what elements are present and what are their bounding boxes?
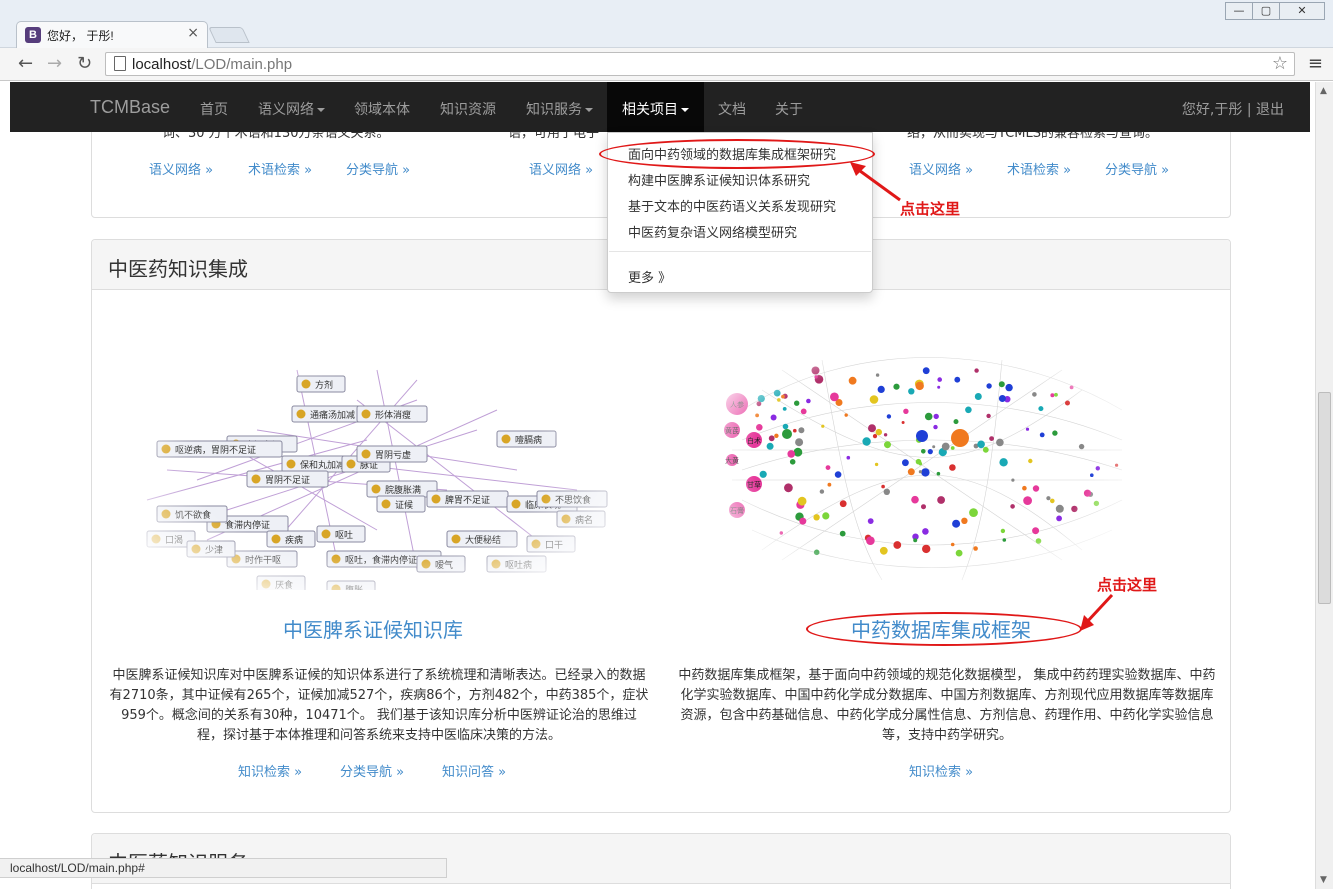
address-host: localhost	[132, 56, 192, 73]
browser-menu-icon[interactable]: ≡	[1308, 53, 1323, 74]
new-tab-button[interactable]	[208, 27, 250, 43]
annotation-click-here-1: 点击这里	[900, 200, 961, 218]
nav-knowledge-resource[interactable]: 知识资源	[440, 99, 496, 119]
nav-related-projects[interactable]: 相关项目	[607, 82, 704, 132]
forward-arrow-icon[interactable]: →	[47, 53, 62, 74]
nav-knowledge-service[interactable]: 知识服务	[526, 99, 593, 119]
address-path: /LOD/main.php	[191, 56, 293, 73]
bootstrap-favicon-icon: B	[25, 27, 41, 43]
left-link-qa[interactable]: 知识问答 »	[442, 761, 506, 780]
tcm-db-description: 中药数据库集成框架，基于面向中药领域的规范化数据模型， 集成中药药理实验数据库、…	[678, 668, 1216, 743]
tcm-database-network-image[interactable]: 人参黄芪白术大黄甘草石膏	[702, 330, 1142, 590]
nav-about[interactable]: 关于	[775, 99, 803, 119]
right-link-knowledge-search[interactable]: 知识检索 »	[909, 761, 973, 780]
nav-related-projects-label: 相关项目	[622, 102, 678, 118]
minimize-icon[interactable]: —	[1225, 2, 1253, 20]
left-link-knowledge-search[interactable]: 知识检索 »	[238, 761, 302, 780]
status-bar-url: localhost/LOD/main.php#	[0, 858, 447, 878]
address-bar[interactable]: localhost/LOD/main.php ☆	[105, 52, 1295, 76]
spleen-knowledge-graph-image[interactable]: 方剂通痛汤加减形体消瘦麦门冬汤保和丸加减脉证呕逆病，胃阴不足证胃阴不足证脘腹胀满…	[117, 340, 622, 590]
nav-semantic-network[interactable]: 语义网络	[258, 99, 325, 119]
tab-close-icon[interactable]: ×	[187, 25, 199, 41]
dropdown-item-more[interactable]: 更多 》	[628, 267, 671, 286]
annotation-click-here-2: 点击这里	[1097, 576, 1158, 594]
close-window-icon[interactable]: ✕	[1279, 2, 1325, 20]
col3-link-semantic[interactable]: 语义网络 »	[909, 159, 973, 178]
browser-tab[interactable]: B 您好， 于彤! ×	[16, 21, 208, 48]
scroll-thumb[interactable]	[1318, 392, 1331, 604]
col3-link-term-search[interactable]: 术语检索 »	[1007, 159, 1071, 178]
spleen-kb-description: 中医脾系证候知识库对中医脾系证候的知识体系进行了系统梳理和清晰表达。已经录入的数…	[109, 668, 649, 743]
col1-link-category[interactable]: 分类导航 »	[346, 159, 410, 178]
caret-down-icon	[681, 108, 689, 112]
tab-title: 您好， 于彤!	[47, 29, 114, 43]
dropdown-item-text-relation[interactable]: 基于文本的中医药语义关系发现研究	[628, 196, 836, 215]
col1-link-term-search[interactable]: 术语检索 »	[248, 159, 312, 178]
page-icon	[114, 56, 126, 71]
left-link-category[interactable]: 分类导航 »	[340, 761, 404, 780]
browser-titlebar: B 您好， 于彤! × — ▢ ✕	[0, 0, 1333, 48]
top-navbar: TCMBase 首页 语义网络 领域本体 知识资源 知识服务 相关项目 文档 关…	[10, 82, 1310, 132]
reload-icon[interactable]: ↻	[77, 53, 92, 74]
col1-link-semantic[interactable]: 语义网络 »	[149, 159, 213, 178]
spleen-knowledge-base-link[interactable]: 中医脾系证候知识库	[283, 614, 463, 643]
caret-down-icon	[317, 108, 325, 112]
scroll-up-icon[interactable]: ▲	[1320, 86, 1327, 96]
nav-home[interactable]: 首页	[200, 99, 228, 119]
col2-link-semantic[interactable]: 语义网络 »	[529, 159, 593, 178]
col3-link-category[interactable]: 分类导航 »	[1105, 159, 1169, 178]
annotation-ellipse-dropdown	[599, 139, 875, 169]
brand-logo[interactable]: TCMBase	[90, 97, 170, 118]
nav-ontology[interactable]: 领域本体	[354, 99, 410, 119]
nav-docs[interactable]: 文档	[718, 99, 746, 119]
back-arrow-icon[interactable]: ←	[18, 53, 33, 74]
panel-knowledge-integration: 中医药知识集成 方剂通痛汤加减形体消瘦麦门冬汤保和丸加减脉证呕逆病，胃阴不足证胃…	[91, 239, 1231, 813]
annotation-ellipse-title	[806, 612, 1082, 646]
dropdown-item-spleen-syndrome[interactable]: 构建中医脾系证候知识体系研究	[628, 170, 810, 189]
bookmark-star-icon[interactable]: ☆	[1272, 53, 1288, 74]
page-viewport: 词、30 万个术语和130万条语义关系。 语，可用于电子 络，从而实现与TCML…	[0, 82, 1315, 889]
nav-knowledge-service-label: 知识服务	[526, 102, 582, 118]
panel-title: 中医药知识集成	[108, 257, 248, 281]
dropdown-divider	[609, 251, 871, 252]
browser-toolbar: ← → ↻ localhost/LOD/main.php ☆ ≡	[0, 48, 1333, 81]
maximize-icon[interactable]: ▢	[1252, 2, 1280, 20]
scroll-down-icon[interactable]: ▼	[1320, 875, 1327, 885]
page-scrollbar[interactable]: ▲ ▼	[1315, 82, 1333, 889]
user-logout[interactable]: 您好,于彤 | 退出	[1182, 99, 1284, 119]
caret-down-icon	[585, 108, 593, 112]
nav-semantic-network-label: 语义网络	[258, 102, 314, 118]
dropdown-item-semantic-network[interactable]: 中医药复杂语义网络模型研究	[628, 222, 797, 241]
